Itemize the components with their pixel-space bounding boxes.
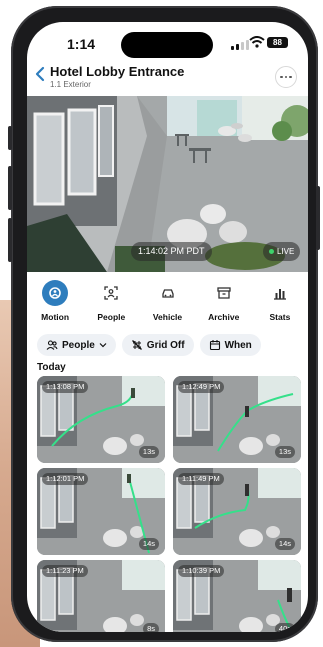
battery-icon: 88 [267, 37, 288, 48]
live-dot-icon [269, 249, 274, 254]
wifi-icon [249, 36, 265, 48]
bar-chart-icon [267, 280, 293, 306]
filter-when-button[interactable]: When [199, 334, 261, 356]
calendar-icon [209, 340, 220, 351]
clip-duration: 8s [143, 623, 159, 632]
page-subtitle: 1.1 Exterior [50, 80, 91, 89]
tab-stats-label: Stats [269, 312, 291, 322]
back-chevron-icon[interactable] [33, 66, 49, 82]
filter-people-dropdown[interactable]: People [37, 334, 116, 356]
car-icon [155, 280, 181, 306]
tab-people-label: People [97, 312, 126, 322]
tab-motion[interactable]: Motion [27, 278, 83, 328]
clip-time: 1:11:49 PM [178, 473, 224, 485]
clip-time: 1:13:08 PM [42, 381, 89, 393]
clip-duration: 13s [138, 446, 159, 458]
section-label: Today [37, 362, 66, 373]
clip-time: 1:12:49 PM [178, 381, 225, 393]
mode-tabs: Motion People Vehicle Archive Stats [27, 278, 308, 328]
clip-card[interactable]: 1:11:23 PM 8s [37, 560, 165, 632]
tab-archive[interactable]: Archive [196, 278, 252, 328]
clip-duration: 14s [274, 538, 295, 550]
signal-icon [231, 40, 249, 50]
tab-vehicle[interactable]: Vehicle [139, 278, 195, 328]
tab-people[interactable]: People [83, 278, 139, 328]
clip-card[interactable]: 1:13:08 PM 13s [37, 376, 165, 463]
page-header: Hotel Lobby Entrance 1.1 Exterior [27, 62, 308, 96]
volume-up-button [8, 166, 12, 210]
filter-people-label: People [62, 339, 95, 351]
clip-duration: 14s [138, 538, 159, 550]
clip-card[interactable]: 1:10:39 PM 40s [173, 560, 301, 632]
person-scan-icon [98, 280, 124, 306]
mute-switch [8, 126, 12, 150]
camera-timestamp: 1:14:02 PM PDT [131, 242, 212, 261]
clip-card[interactable]: 1:12:01 PM 14s [37, 468, 165, 555]
clip-card[interactable]: 1:12:49 PM 13s [173, 376, 301, 463]
tab-archive-label: Archive [208, 312, 240, 322]
status-bar: 1:14 88 [27, 22, 308, 62]
clip-time: 1:10:39 PM [178, 565, 225, 577]
live-camera-view[interactable]: 1:14:02 PM PDT LIVE [27, 96, 308, 272]
filter-grid-off-button[interactable]: Grid Off [121, 334, 194, 356]
chevron-down-icon [99, 343, 107, 348]
power-button [316, 186, 320, 250]
app-screen: 1:14 88 Hotel Lobby Entrance 1.1 Exterio… [27, 22, 308, 632]
dynamic-island [121, 32, 213, 58]
clip-time: 1:12:01 PM [42, 473, 89, 485]
clip-duration: 13s [274, 446, 295, 458]
archive-icon [211, 280, 237, 306]
volume-down-button [8, 218, 12, 262]
motion-icon [42, 280, 69, 306]
tab-stats[interactable]: Stats [252, 278, 308, 328]
tab-vehicle-label: Vehicle [152, 312, 183, 322]
live-label: LIVE [277, 247, 295, 256]
people-icon [46, 340, 58, 350]
more-dots-icon [280, 75, 283, 79]
filter-when-label: When [224, 339, 252, 351]
more-options-button[interactable] [275, 66, 297, 88]
tab-motion-label: Motion [41, 312, 70, 322]
live-badge: LIVE [263, 242, 301, 261]
page-title: Hotel Lobby Entrance [50, 64, 185, 79]
clip-duration: 40s [274, 623, 295, 632]
clip-time: 1:11:23 PM [42, 565, 88, 577]
filter-bar: People Grid Off When [37, 334, 302, 356]
filter-grid-off-label: Grid Off [146, 339, 185, 351]
grid-off-icon [131, 340, 142, 350]
status-time: 1:14 [67, 36, 96, 52]
clip-card[interactable]: 1:11:49 PM 14s [173, 468, 301, 555]
